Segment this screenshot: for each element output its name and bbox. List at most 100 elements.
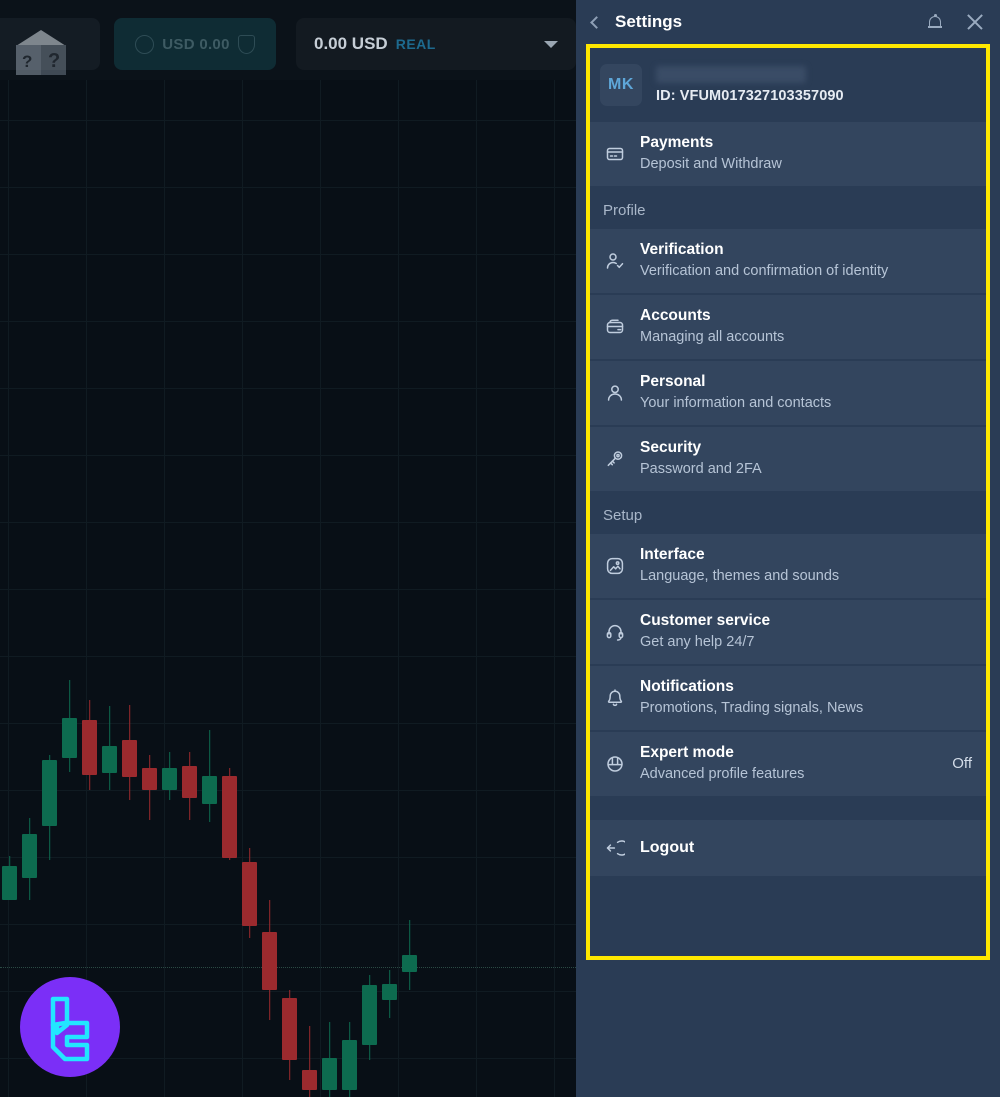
chart-candle <box>342 1022 357 1097</box>
settings-item-text: Accounts Managing all accounts <box>640 306 972 347</box>
helmet-icon <box>600 754 630 774</box>
key-icon <box>600 449 630 469</box>
user-name-redacted <box>656 66 806 83</box>
close-icon[interactable] <box>966 13 984 31</box>
settings-header: Settings <box>576 0 1000 44</box>
user-check-icon <box>600 251 630 271</box>
profile-summary[interactable]: MK ID: VFUM017327103357090 <box>590 48 986 122</box>
settings-item-text: Interface Language, themes and sounds <box>640 545 972 586</box>
settings-item-subtitle: Password and 2FA <box>640 461 762 477</box>
settings-item-title: Logout <box>640 839 695 856</box>
account-balance-selector[interactable]: 0.00 USD REAL <box>296 18 576 70</box>
settings-item-title: Accounts <box>640 307 711 324</box>
chart-candle <box>82 700 97 790</box>
chevron-left-icon[interactable] <box>590 15 603 29</box>
page-title: Settings <box>615 12 683 31</box>
chart-candle <box>162 752 177 800</box>
chevron-down-icon[interactable] <box>544 40 558 48</box>
settings-item-subtitle: Get any help 24/7 <box>640 634 755 650</box>
settings-item-text: Verification Verification and confirmatio… <box>640 240 972 281</box>
chart-candle <box>262 900 277 1020</box>
settings-item-customer-service[interactable]: Customer service Get any help 24/7 <box>590 600 986 664</box>
chart-candle <box>362 975 377 1060</box>
settings-panel: Settings MK ID: VFUM017327103357090 Paym… <box>576 0 1000 1097</box>
chart-candle <box>382 970 397 1018</box>
settings-item-text: Security Password and 2FA <box>640 438 972 479</box>
balance-amount: 0.00 USD <box>314 34 388 53</box>
settings-item-subtitle: Verification and confirmation of identit… <box>640 263 889 279</box>
settings-item-subtitle: Your information and contacts <box>640 395 832 411</box>
settings-item-text: Logout <box>640 838 972 858</box>
chart-candle <box>182 752 197 820</box>
mystery-box-icon: ?? <box>12 30 70 78</box>
chart-gridline-v <box>554 80 555 1097</box>
shield-icon <box>237 34 255 54</box>
chart-candle <box>42 755 57 860</box>
avatar: MK <box>600 64 642 106</box>
settings-item-text: Customer service Get any help 24/7 <box>640 611 972 652</box>
chart-candle <box>222 768 237 860</box>
settings-item-interface[interactable]: Interface Language, themes and sounds <box>590 534 986 598</box>
settings-item-title: Security <box>640 439 702 456</box>
settings-item-title: Payments <box>640 134 714 151</box>
group-spacer <box>590 798 986 820</box>
chart-candle <box>62 680 77 772</box>
settings-item-payments[interactable]: Payments Deposit and Withdraw <box>590 122 986 186</box>
chart-candle <box>242 848 257 938</box>
settings-item-text: Notifications Promotions, Trading signals… <box>640 677 972 718</box>
user-id: ID: VFUM017327103357090 <box>656 88 844 104</box>
settings-item-text: Expert mode Advanced profile features <box>640 743 942 784</box>
section-label-setup: Setup <box>590 493 986 534</box>
settings-item-logout[interactable]: Logout <box>590 820 986 876</box>
chart-candle <box>2 856 17 900</box>
settings-item-title: Notifications <box>640 678 734 695</box>
promo-balance-button[interactable]: USD 0.00 <box>114 18 276 70</box>
profile-meta: ID: VFUM017327103357090 <box>656 66 844 104</box>
screen-root: ?? USD 0.00 0.00 USD REAL Settings MK ID… <box>0 0 1000 1097</box>
settings-item-text: Personal Your information and contacts <box>640 372 972 413</box>
chart-gridline-v <box>8 80 9 1097</box>
chart-gridline-v <box>398 80 399 1097</box>
mystery-box-button[interactable]: ?? <box>0 18 100 75</box>
logout-icon <box>600 838 630 858</box>
account-type-badge: REAL <box>395 36 436 52</box>
app-topbar: ?? USD 0.00 0.00 USD REAL <box>0 0 576 80</box>
settings-item-verification[interactable]: Verification Verification and confirmatio… <box>590 229 986 293</box>
settings-item-text: Payments Deposit and Withdraw <box>640 133 972 174</box>
settings-item-title: Verification <box>640 241 724 258</box>
chart-gridline-v <box>242 80 243 1097</box>
chart-price-line <box>0 967 576 968</box>
settings-groups: Payments Deposit and Withdraw Profile Verif… <box>590 122 986 876</box>
settings-item-subtitle: Deposit and Withdraw <box>640 156 782 172</box>
settings-item-notifications[interactable]: Notifications Promotions, Trading signals… <box>590 666 986 730</box>
settings-item-value[interactable]: Off <box>942 755 972 772</box>
settings-item-expert-mode[interactable]: Expert mode Advanced profile features Off <box>590 732 986 796</box>
settings-item-personal[interactable]: Personal Your information and contacts <box>590 361 986 425</box>
settings-item-subtitle: Managing all accounts <box>640 329 785 345</box>
settings-item-subtitle: Advanced profile features <box>640 766 805 782</box>
chart-candle <box>202 730 217 822</box>
settings-item-subtitle: Language, themes and sounds <box>640 568 840 584</box>
chart-gridline-v <box>320 80 321 1097</box>
settings-item-title: Expert mode <box>640 744 734 761</box>
chart-candle <box>122 705 137 800</box>
chart-candle <box>322 1022 337 1097</box>
promo-balance-label: USD 0.00 <box>162 35 230 53</box>
header-actions <box>928 13 984 31</box>
chart-candle <box>102 706 117 790</box>
settings-list: MK ID: VFUM017327103357090 Payments Depos… <box>590 48 986 956</box>
bell-icon[interactable] <box>928 14 942 30</box>
headset-icon <box>600 622 630 642</box>
bell-icon <box>600 688 630 708</box>
wallet-icon <box>600 317 630 337</box>
settings-item-security[interactable]: Security Password and 2FA <box>590 427 986 491</box>
settings-item-subtitle: Promotions, Trading signals, News <box>640 700 864 716</box>
chart-gridline-v <box>164 80 165 1097</box>
settings-item-title: Personal <box>640 373 706 390</box>
chart-candle <box>302 1026 317 1097</box>
chart-candle <box>282 990 297 1080</box>
credit-card-icon <box>600 144 630 164</box>
section-label-profile: Profile <box>590 188 986 229</box>
candlestick-chart[interactable] <box>0 80 576 1097</box>
settings-item-accounts[interactable]: Accounts Managing all accounts <box>590 295 986 359</box>
